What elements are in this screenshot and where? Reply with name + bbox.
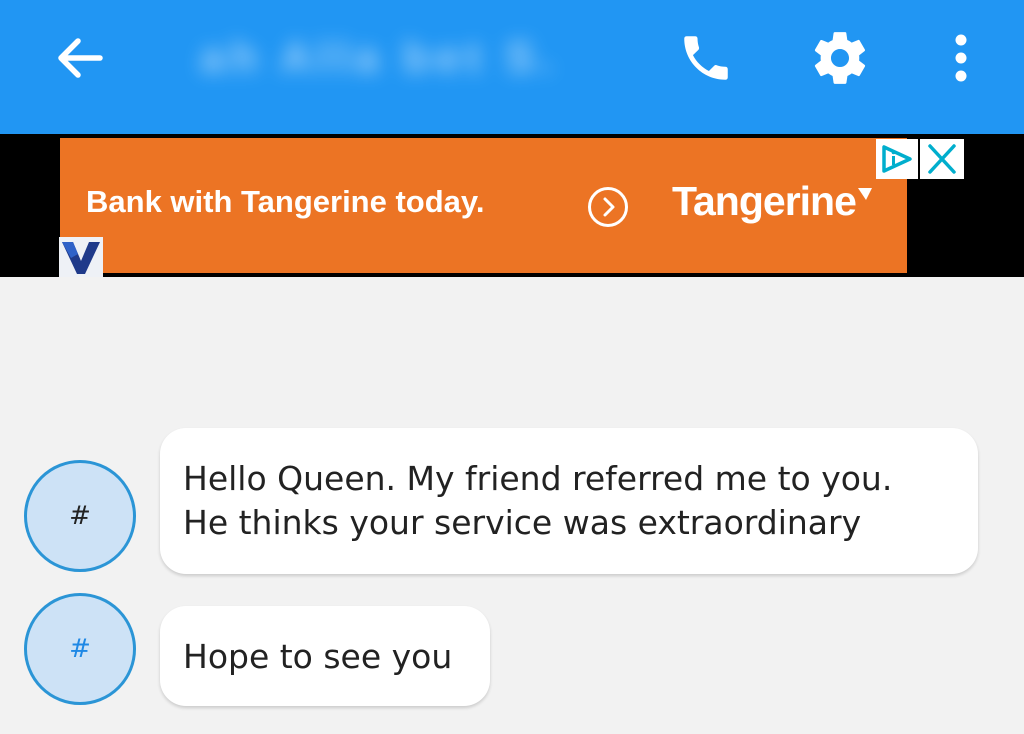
- advertiser-logo: [59, 237, 103, 277]
- close-icon: [928, 144, 956, 174]
- ad-brand-name: Tangerine: [672, 178, 857, 224]
- back-button[interactable]: [52, 30, 108, 86]
- brand-mark-icon: [858, 188, 872, 200]
- ad-banner[interactable]: Bank with Tangerine today. Tangerine: [60, 138, 907, 273]
- avatar-initial: #: [69, 634, 91, 664]
- message-list: # Hello Queen. My friend referred me to …: [0, 277, 1024, 734]
- message-bubble[interactable]: Hope to see you: [160, 606, 490, 706]
- message-text-line: He thinks your service was extraordinary: [183, 503, 862, 542]
- arrow-left-icon: [58, 38, 103, 78]
- adchoices-button[interactable]: [876, 139, 918, 179]
- sender-avatar[interactable]: #: [24, 593, 136, 705]
- call-button[interactable]: [674, 28, 738, 88]
- arrow-circle-icon: [588, 187, 628, 227]
- conversation-title: ah Alla bet S.: [200, 33, 559, 82]
- app-bar: ah Alla bet S.: [0, 0, 1024, 134]
- ad-strip: Bank with Tangerine today. Tangerine: [0, 134, 1024, 277]
- more-vertical-icon: [955, 34, 967, 82]
- more-options-button[interactable]: [929, 28, 993, 88]
- adchoices-icon: [882, 145, 912, 173]
- advertiser-logo-icon: [62, 242, 100, 274]
- ad-headline: Bank with Tangerine today.: [86, 184, 485, 219]
- settings-button[interactable]: [808, 28, 872, 88]
- avatar-initial: #: [69, 501, 91, 531]
- gear-icon: [814, 32, 866, 84]
- ad-close-button[interactable]: [920, 139, 964, 179]
- message-text-line: Hello Queen. My friend referred me to yo…: [183, 459, 893, 498]
- message-text-line: Hope to see you: [183, 637, 453, 676]
- sender-avatar[interactable]: #: [24, 460, 136, 572]
- phone-icon: [684, 36, 728, 80]
- message-bubble[interactable]: Hello Queen. My friend referred me to yo…: [160, 428, 978, 574]
